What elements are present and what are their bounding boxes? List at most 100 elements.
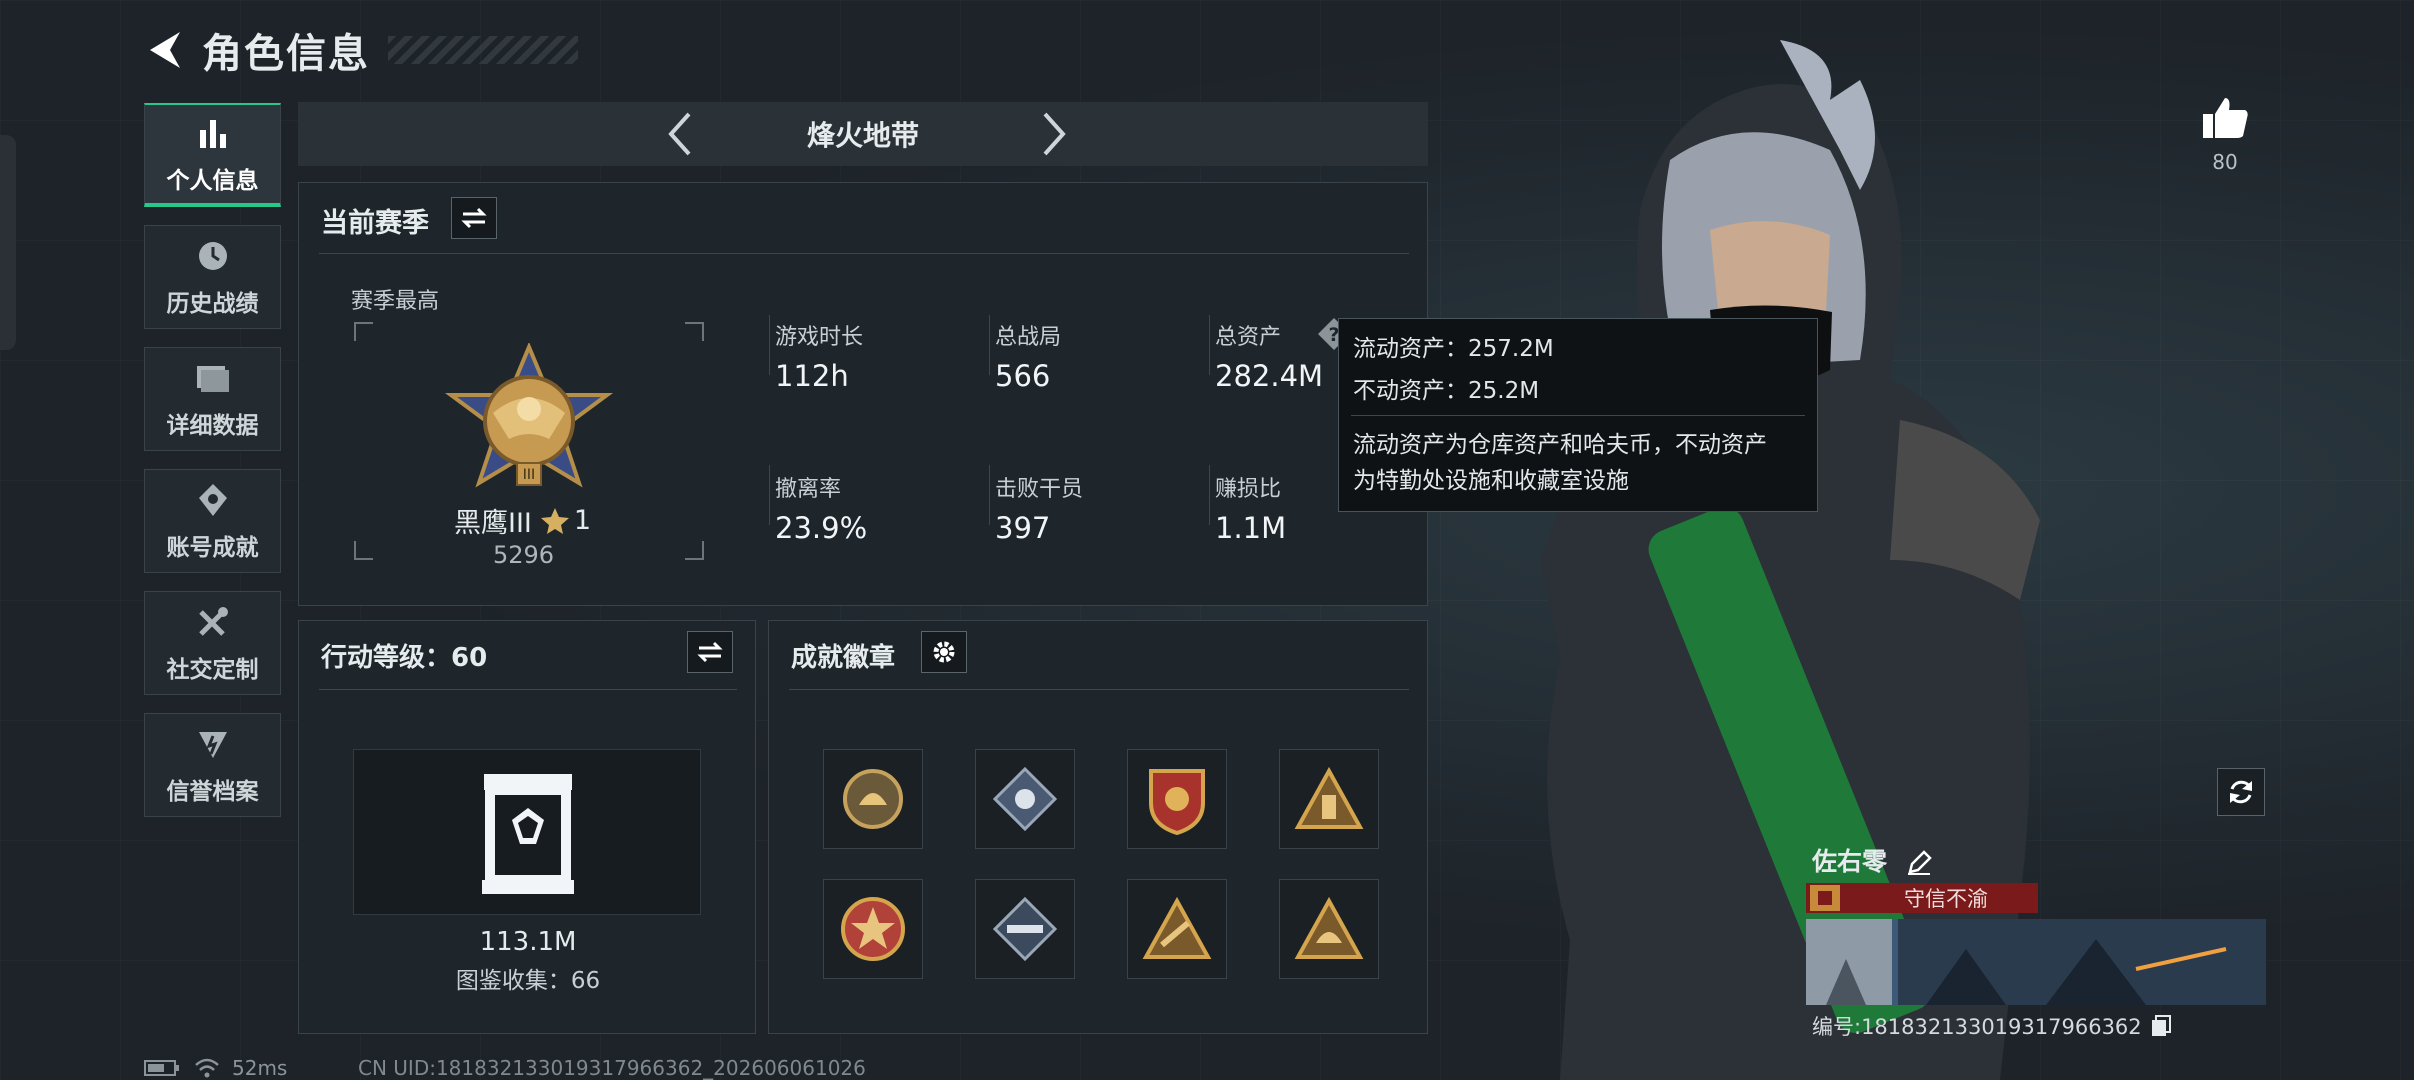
battery-icon — [144, 1060, 179, 1076]
mode-title: 烽火地带 — [806, 119, 919, 152]
badge-helmet-triangle-icon — [1294, 897, 1364, 959]
level-title: 行动等级：60 — [321, 643, 488, 673]
badge-helmet-icon — [843, 769, 903, 829]
player-name: 佐右零 — [1812, 842, 1932, 878]
badges-settings-button[interactable] — [921, 631, 967, 673]
achievement-icon — [193, 480, 233, 520]
badge-slot[interactable] — [975, 749, 1075, 849]
badge-rifle-icon — [993, 897, 1057, 961]
stat-separator — [769, 465, 770, 525]
assets-tooltip: 流动资产：257.2M 不动资产：25.2M 流动资产为仓库资产和哈夫币，不动资… — [1338, 318, 1818, 512]
next-mode-button[interactable] — [1032, 112, 1076, 156]
stat-separator — [769, 315, 770, 375]
badge-slot[interactable] — [823, 749, 923, 849]
badge-slot[interactable] — [823, 879, 923, 979]
badge-gun-icon — [1142, 897, 1212, 959]
season-switch-button[interactable] — [451, 197, 497, 239]
swap-icon — [461, 207, 487, 229]
refresh-button[interactable] — [2217, 768, 2265, 816]
stat-value-extract-rate: 23.9% — [775, 511, 868, 545]
tooltip-desc-line2: 为特勤处设施和收藏室设施 — [1353, 468, 1629, 494]
stat-separator — [989, 315, 990, 375]
nav-item-details[interactable]: 详细数据 — [144, 347, 281, 451]
badge-slot[interactable] — [1127, 749, 1227, 849]
collection-count: 图鉴收集：66 — [455, 968, 601, 994]
stat-separator — [1209, 465, 1210, 525]
rank-emblem-icon: III — [444, 343, 614, 488]
tooltip-liquid: 流动资产：257.2M — [1353, 336, 1554, 362]
stat-separator — [989, 465, 990, 525]
player-banner-image[interactable] — [1806, 919, 2266, 1005]
divider — [789, 689, 1409, 690]
badge-soldiers-icon — [1294, 767, 1364, 829]
season-best-label: 赛季最高 — [351, 289, 440, 314]
uid-text: CN UID:18183213301931796636​2_2026060610… — [358, 1056, 866, 1080]
side-nav: 个人信息 历史战绩 详细数据 账号成就 社交定制 信誉档案 — [144, 103, 281, 835]
divider — [1351, 415, 1805, 416]
side-handle[interactable] — [0, 135, 16, 350]
nav-label: 社交定制 — [166, 657, 259, 683]
nav-label: 信誉档案 — [166, 779, 259, 805]
stat-value-kills: 397 — [995, 511, 1051, 545]
badges-panel: 成就徽章 — [768, 620, 1428, 1034]
player-name-text: 佐右零 — [1812, 847, 1888, 876]
player-title-bar: 守信不渝 — [1806, 883, 2038, 913]
chevron-right-icon — [1043, 112, 1066, 156]
back-button[interactable] — [140, 22, 188, 78]
stat-label-extract-rate: 撤离率 — [775, 477, 842, 502]
collection-case-icon — [482, 774, 574, 894]
like-button[interactable]: 80 — [2200, 96, 2250, 174]
swap-icon — [697, 641, 723, 663]
copy-icon[interactable] — [2150, 1014, 2172, 1038]
status-bar: 52ms — [144, 1056, 287, 1080]
badge-slot[interactable] — [1279, 879, 1379, 979]
level-switch-button[interactable] — [687, 631, 733, 673]
badge-slot[interactable] — [1279, 749, 1379, 849]
rank-points: 5296 — [493, 541, 555, 569]
nav-item-achievements[interactable]: 账号成就 — [144, 469, 281, 573]
edit-icon[interactable] — [1906, 850, 1932, 876]
stat-label-playtime: 游戏时长 — [775, 325, 864, 350]
nav-label: 历史战绩 — [166, 291, 259, 317]
nav-label: 个人信息 — [166, 168, 259, 194]
stat-separator — [1209, 315, 1210, 375]
tooltip-desc-line1: 流动资产为仓库资产和哈夫币，不动资产 — [1353, 432, 1767, 458]
badge-slot[interactable] — [975, 879, 1075, 979]
prev-mode-button[interactable] — [658, 112, 702, 156]
rank-label: 黑鹰III 1 — [454, 501, 591, 540]
star-icon — [540, 507, 569, 534]
wifi-icon — [195, 1058, 219, 1078]
chevron-left-icon — [668, 112, 691, 156]
page-header: 角色信息 — [140, 22, 578, 78]
rank-name: 黑鹰III — [454, 508, 532, 539]
tooltip-fixed: 不动资产：25.2M — [1353, 378, 1540, 404]
player-id-text: 编号:18183213301931796636​2 — [1812, 1015, 2142, 1039]
shield-badge-icon — [193, 724, 233, 764]
level-panel: 行动等级：60 113.1M 图鉴收集：66 — [298, 620, 756, 1034]
nav-item-history[interactable]: 历史战绩 — [144, 225, 281, 329]
nav-label: 详细数据 — [166, 413, 259, 439]
stat-value-profit-ratio: 1.1M — [1215, 511, 1287, 545]
badges-title: 成就徽章 — [791, 643, 896, 673]
season-title: 当前赛季 — [321, 208, 429, 239]
header-decoration — [388, 36, 578, 64]
back-arrow-icon — [150, 32, 180, 68]
nav-label: 账号成就 — [166, 535, 259, 561]
bar-chart-icon — [193, 113, 233, 153]
season-panel: 当前赛季 赛季最高 III 黑鹰III 1 5296 游戏时长 112h 总战局… — [298, 182, 1428, 606]
mode-selector: 烽火地带 — [298, 102, 1428, 166]
stat-label-kills: 击败干员 — [995, 477, 1084, 502]
nav-item-social[interactable]: 社交定制 — [144, 591, 281, 695]
badge-star-icon — [841, 897, 905, 961]
divider — [319, 689, 737, 690]
collection-value: 113.1M — [479, 927, 577, 957]
collection-display[interactable] — [353, 749, 701, 915]
like-count: 80 — [2212, 150, 2238, 174]
refresh-icon — [2230, 780, 2252, 804]
nav-item-personal-info[interactable]: 个人信息 — [144, 103, 281, 207]
badge-slot[interactable] — [1127, 879, 1227, 979]
player-id: 编号:18183213301931796636​2 — [1812, 1011, 2172, 1041]
folder-icon — [193, 358, 233, 398]
rank-stars: 1 — [573, 505, 592, 536]
nav-item-credit[interactable]: 信誉档案 — [144, 713, 281, 817]
